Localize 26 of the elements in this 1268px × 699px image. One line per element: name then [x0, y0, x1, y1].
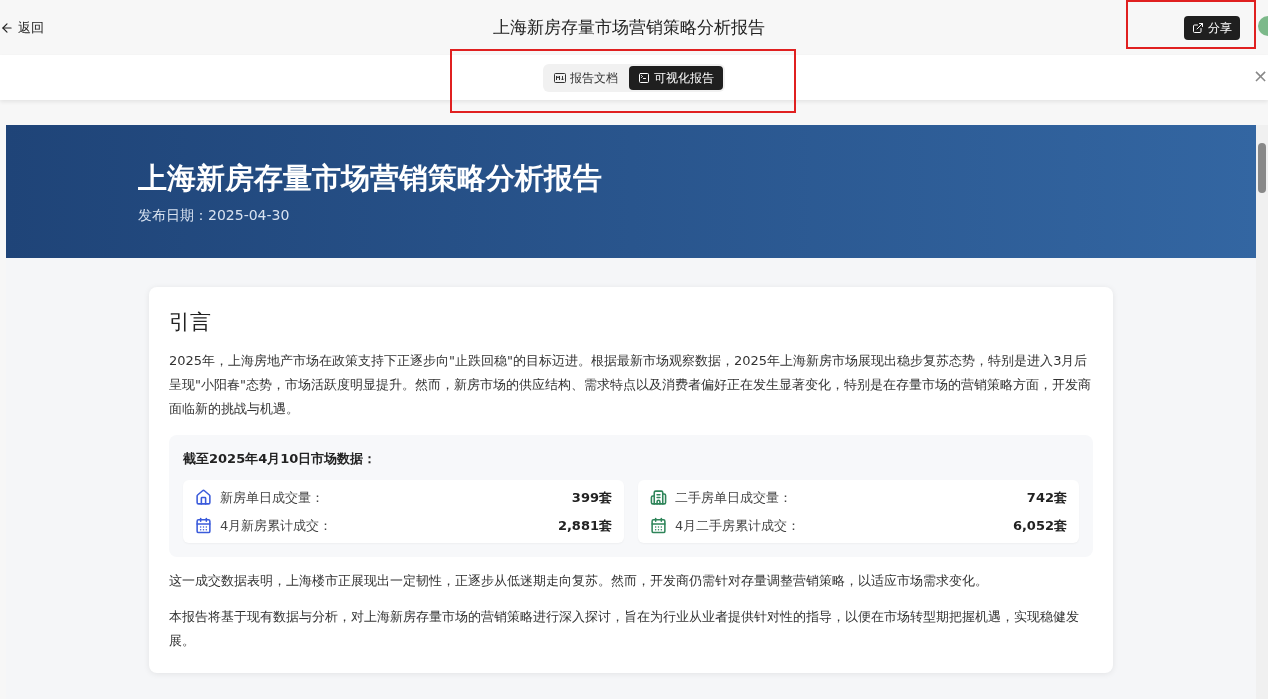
markdown-icon	[554, 72, 566, 83]
stat-value: 2,881套	[557, 516, 612, 535]
terminal-icon	[638, 71, 650, 84]
stat-value: 742套	[1026, 489, 1067, 507]
data-panel-title: 截至2025年4月10日市场数据：	[183, 449, 378, 468]
body-paragraph: 本报告将基于现有数据与分析，对上海新房存量市场的营销策略进行深入探讨，旨在为行业从业者提供针对性的指导，以便在市场转型期把握机遇，实现稳健发展。	[169, 608, 1080, 650]
intro-paragraph: 2025年，上海房地产市场在政策支持下正逐步向"止跌回稳"的目标迈进。根据最新市场观察数据，2025年上海新房市场展现出稳步复苏态势，特别是进入3月后呈现"小阳春"态势，市场活跃度明显提升。然而，新房市场的供应结构、需求特点以及消费者偏好正在发生显著变化，特别是在存量市场的营销策略方面，开发商面临新的挑战与机遇。	[169, 351, 1092, 418]
body-paragraph: 这一成交数据表明，上海楼市正展现出一定韧性，正逐步从低迷期走向复苏。然而，开发商仍需针对存量调整营销策略，以适应市场需求变化。	[169, 572, 989, 590]
back-button[interactable]: 返回	[0, 17, 44, 38]
publish-date: 发布日期：2025-04-30	[138, 205, 291, 225]
stat-value: 399套	[571, 489, 612, 507]
section-title: 引言	[169, 309, 212, 336]
back-arrow-icon	[0, 20, 14, 35]
stat-label: 二手房单日成交量：	[675, 489, 793, 507]
stat-label: 4月新房累计成交：	[220, 516, 334, 535]
view-tab[interactable]: 可视化报告	[629, 65, 723, 90]
stat-value: 6,052套	[1012, 516, 1067, 535]
scrollbar[interactable]	[1256, 125, 1268, 699]
close-button[interactable]: ×	[1252, 67, 1268, 85]
stat-label: 新房单日成交量：	[220, 489, 325, 507]
page-title: 上海新房存量市场营销策略分析报告	[493, 15, 765, 39]
report-title: 上海新房存量市场营销策略分析报告	[138, 160, 603, 198]
view-tab[interactable]: 报告文档	[545, 65, 627, 90]
stat-label: 4月二手房累计成交：	[675, 516, 802, 535]
share-button[interactable]: 分享	[1184, 15, 1240, 40]
share-icon	[1192, 21, 1204, 34]
